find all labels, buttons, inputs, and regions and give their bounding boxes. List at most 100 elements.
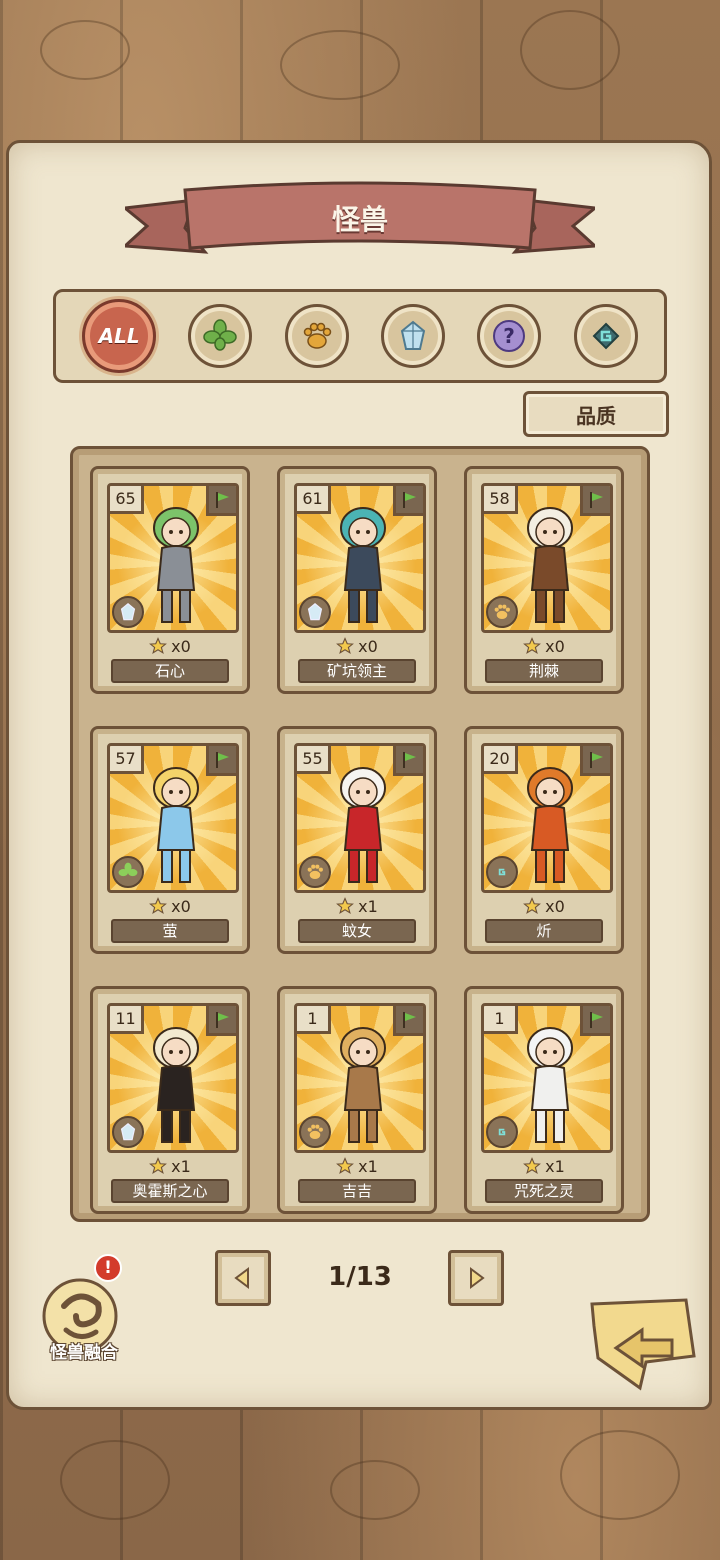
star-icon — [336, 1157, 355, 1174]
monster-portrait: 57 — [107, 743, 239, 893]
flag-icon — [580, 1006, 610, 1036]
monster-level: 58 — [484, 486, 518, 514]
crystal-icon — [112, 1116, 144, 1148]
monster-portrait: 65 — [107, 483, 239, 633]
question-icon: ? — [493, 320, 526, 352]
monster-portrait: 20 — [481, 743, 613, 893]
monster-level: 11 — [110, 1006, 144, 1034]
monster-count: x1 — [545, 1156, 565, 1176]
monster-level: 61 — [297, 486, 331, 514]
spiral-icon — [592, 322, 620, 350]
flag-icon — [393, 746, 423, 776]
monster-count: x1 — [358, 1156, 378, 1176]
monster-name: 炘 — [485, 919, 603, 943]
spiral-icon — [486, 1116, 518, 1148]
crystal-icon — [112, 596, 144, 628]
monster-card[interactable]: 57 x0 萤 — [90, 726, 250, 954]
filter-plant-button[interactable] — [188, 304, 253, 368]
flag-icon — [206, 486, 236, 516]
filter-spirit-button[interactable] — [573, 304, 638, 368]
monster-name: 石心 — [111, 659, 229, 683]
prev-page-button[interactable] — [215, 1250, 271, 1306]
clover-icon — [203, 319, 238, 351]
paw-icon — [299, 1116, 331, 1148]
monster-name: 矿坑领主 — [298, 659, 416, 683]
monster-level: 1 — [484, 1006, 518, 1034]
monster-count-row: x0 — [467, 635, 621, 657]
notification-badge: ! — [94, 1254, 122, 1282]
arrow-right-icon — [470, 1267, 485, 1289]
monster-fusion-button[interactable]: 怪兽融合 ! — [36, 1254, 128, 1368]
monster-card[interactable]: 1 x1 吉吉 — [277, 986, 437, 1214]
filter-crystal-button[interactable] — [381, 304, 446, 368]
monster-count-row: x0 — [280, 635, 434, 657]
monster-portrait: 11 — [107, 1003, 239, 1153]
monster-portrait: 61 — [294, 483, 426, 633]
crystal-icon — [401, 320, 426, 350]
spiral-icon — [486, 856, 518, 888]
monster-count: x1 — [358, 896, 378, 916]
title-ribbon: 怪兽 — [125, 180, 595, 270]
crystal-icon — [299, 596, 331, 628]
next-page-button[interactable] — [448, 1250, 504, 1306]
star-icon — [336, 637, 355, 654]
monster-name: 萤 — [111, 919, 229, 943]
category-filter-bar: ALL ? — [53, 289, 667, 383]
monster-portrait: 55 — [294, 743, 426, 893]
monster-level: 55 — [297, 746, 331, 774]
filter-unknown-button[interactable]: ? — [477, 304, 542, 368]
star-icon — [523, 637, 542, 654]
monster-level: 1 — [297, 1006, 331, 1034]
monster-count-row: x1 — [280, 1155, 434, 1177]
flag-icon — [580, 746, 610, 776]
star-icon — [336, 897, 355, 914]
monster-count-row: x1 — [93, 1155, 247, 1177]
monster-level: 65 — [110, 486, 144, 514]
monster-count-row: x1 — [467, 1155, 621, 1177]
monster-count: x0 — [171, 896, 191, 916]
monster-card[interactable]: 65 x0 石心 — [90, 466, 250, 694]
arrow-left-icon — [234, 1267, 249, 1289]
monster-card[interactable]: 1 x1 咒死之灵 — [464, 986, 624, 1214]
monster-card[interactable]: 58 x0 荆棘 — [464, 466, 624, 694]
monster-count-row: x0 — [467, 895, 621, 917]
monster-count: x0 — [171, 636, 191, 656]
fusion-label: 怪兽融合 — [50, 1343, 118, 1363]
monster-count-row: x0 — [93, 895, 247, 917]
monster-name: 荆棘 — [485, 659, 603, 683]
star-icon — [523, 1157, 542, 1174]
monster-count-row: x0 — [93, 635, 247, 657]
page-indicator: 1/13 — [328, 1262, 392, 1292]
filter-beast-button[interactable] — [284, 304, 349, 368]
monster-portrait: 1 — [481, 1003, 613, 1153]
flag-icon — [393, 486, 423, 516]
monster-portrait: 1 — [294, 1003, 426, 1153]
monster-name: 奥霍斯之心 — [111, 1179, 229, 1203]
star-icon — [149, 897, 168, 914]
monster-card[interactable]: 61 x0 矿坑领主 — [277, 466, 437, 694]
monster-count: x0 — [358, 636, 378, 656]
monster-card[interactable]: 20 x0 炘 — [464, 726, 624, 954]
flag-icon — [206, 1006, 236, 1036]
monster-count: x1 — [171, 1156, 191, 1176]
star-icon — [523, 897, 542, 914]
filter-all-button[interactable]: ALL — [82, 299, 157, 373]
monster-name: 蚊女 — [298, 919, 416, 943]
quality-sort-button[interactable]: 品质 — [523, 391, 669, 437]
paw-icon — [299, 856, 331, 888]
monster-count-row: x1 — [280, 895, 434, 917]
monster-level: 20 — [484, 746, 518, 774]
filter-all-label: ALL — [98, 324, 140, 348]
paw-icon — [486, 596, 518, 628]
paw-icon — [303, 322, 332, 349]
star-icon — [149, 637, 168, 654]
clover-icon — [112, 856, 144, 888]
monster-count: x0 — [545, 896, 565, 916]
monster-portrait: 58 — [481, 483, 613, 633]
monster-name: 吉吉 — [298, 1179, 416, 1203]
flag-icon — [393, 1006, 423, 1036]
monster-card[interactable]: 55 x1 蚊女 — [277, 726, 437, 954]
back-button[interactable] — [586, 1296, 700, 1396]
back-arrow-icon — [590, 1298, 696, 1391]
monster-card[interactable]: 11 x1 奥霍斯之心 — [90, 986, 250, 1214]
